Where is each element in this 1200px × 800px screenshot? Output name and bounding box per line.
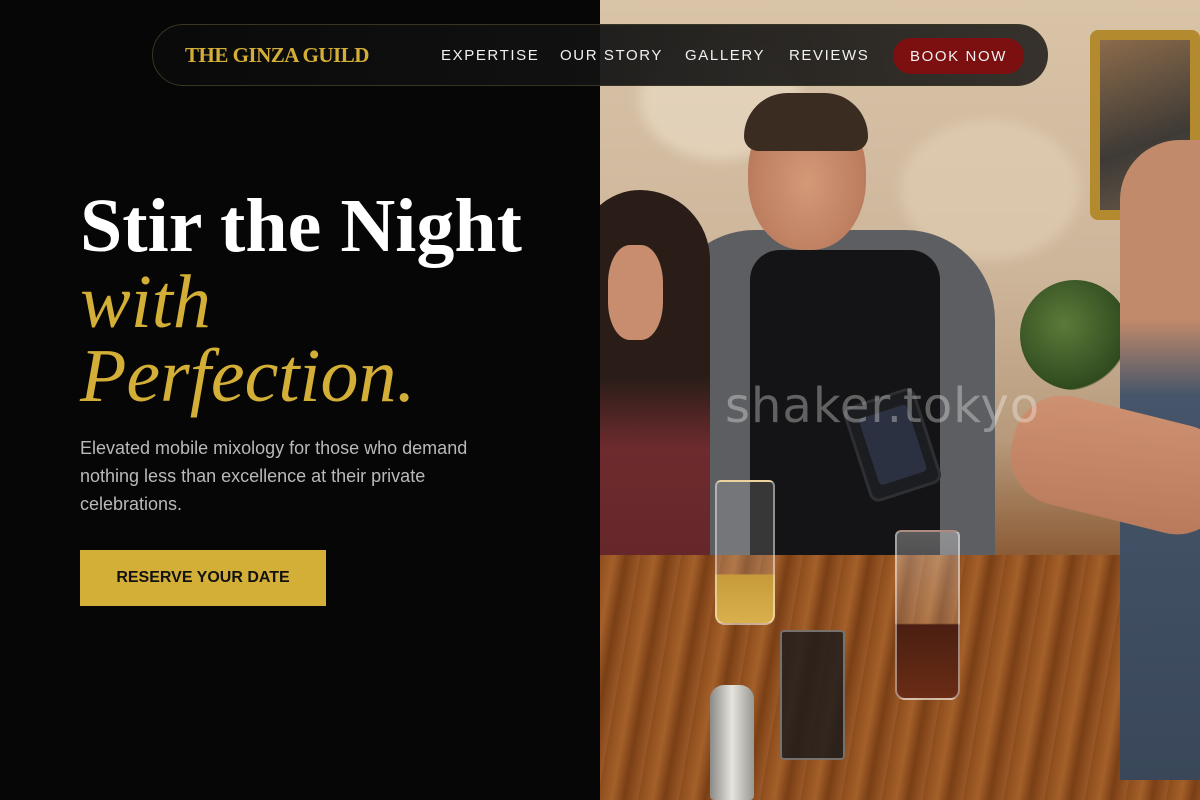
nav-link-reviews[interactable]: REVIEWS	[789, 47, 869, 64]
hero-heading-line-2: with	[80, 260, 211, 344]
hero-heading-line-3: Perfection.	[80, 334, 416, 418]
bartender-hair	[744, 93, 868, 151]
guest-woman-face	[608, 245, 663, 340]
table-placard	[780, 630, 845, 760]
nav-link-our-story[interactable]: OUR STORY	[560, 47, 663, 64]
hero-subtitle: Elevated mobile mixology for those who d…	[80, 438, 468, 514]
top-nav: THE GINZA GUILD EXPERTISE OUR STORY GALL…	[152, 24, 1048, 86]
book-now-button[interactable]: BOOK NOW	[893, 38, 1024, 74]
nav-link-gallery[interactable]: GALLERY	[685, 47, 765, 64]
nav-link-expertise[interactable]: EXPERTISE	[441, 47, 539, 64]
beer-glass-dark	[895, 530, 960, 700]
potted-plant	[1020, 280, 1130, 390]
salt-shaker	[710, 685, 754, 800]
beer-glass-light	[715, 480, 775, 625]
brand-logo[interactable]: THE GINZA GUILD	[185, 43, 369, 68]
hero-photo: shaker.tokyo	[600, 0, 1200, 800]
photo-watermark: shaker.tokyo	[725, 378, 1041, 434]
hero-heading-line-1: Stir the Night	[80, 184, 522, 268]
reserve-date-button[interactable]: RESERVE YOUR DATE	[80, 550, 326, 606]
